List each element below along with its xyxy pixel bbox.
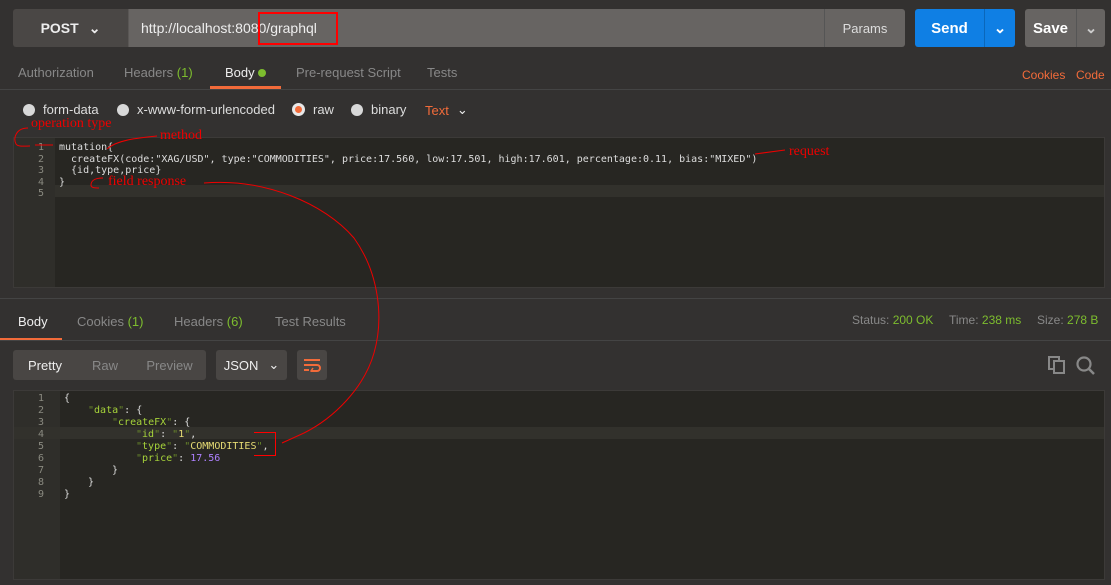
annotation-request: request: [789, 144, 830, 159]
field-response-connector: [203, 181, 380, 444]
annotation-operation-type: operation type: [31, 116, 112, 131]
field-response-bracket: [90, 177, 104, 189]
request-connector: [754, 149, 786, 155]
annotation-method: method: [160, 128, 202, 143]
annotation-lines: [14, 127, 786, 444]
operation-type-connector: [14, 127, 31, 147]
method-connector: [106, 135, 158, 150]
annotation-field-response: field response: [108, 174, 187, 189]
